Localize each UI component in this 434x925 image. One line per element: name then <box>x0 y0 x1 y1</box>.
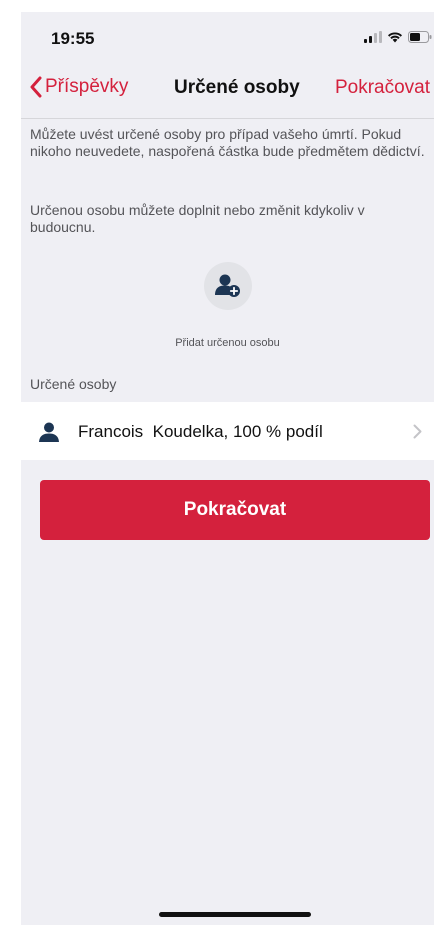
status-bar: 19:55 <box>21 12 434 66</box>
intro-text-secondary: Určenou osobu můžete doplnit nebo změnit… <box>30 202 365 235</box>
home-indicator <box>159 912 311 917</box>
battery-icon <box>408 31 432 43</box>
nav-divider <box>21 118 434 119</box>
continue-button[interactable]: Pokračovat <box>40 480 430 540</box>
chevron-left-icon <box>30 76 42 98</box>
back-button[interactable]: Příspěvky <box>29 76 128 98</box>
chevron-right-icon <box>413 424 422 439</box>
person-name: Francois Koudelka, 100 % podíl <box>78 422 323 441</box>
status-time: 19:55 <box>51 29 95 48</box>
section-label: Určené osoby <box>30 376 117 392</box>
add-person-label: Přidat určenou osobu <box>175 337 280 349</box>
person-icon <box>39 422 59 442</box>
person-row[interactable]: Francois Koudelka, 100 % podíl <box>21 402 434 460</box>
continue-nav-button[interactable]: Pokračovat <box>335 77 430 99</box>
wifi-icon <box>388 32 402 43</box>
status-icons <box>364 29 432 45</box>
page-title: Určené osoby <box>174 77 300 98</box>
add-person-button[interactable] <box>204 262 252 310</box>
navigation-bar: Příspěvky Určené osoby Pokračovat <box>21 68 434 112</box>
intro-text: Můžete uvést určené osoby pro případ vaš… <box>30 126 425 159</box>
phone-screen: 19:55 Příspěvky Určené osoby Pokračovat … <box>21 12 434 925</box>
signal-icon <box>364 31 382 43</box>
add-person-icon <box>215 274 240 297</box>
back-button-label: Příspěvky <box>45 76 129 97</box>
